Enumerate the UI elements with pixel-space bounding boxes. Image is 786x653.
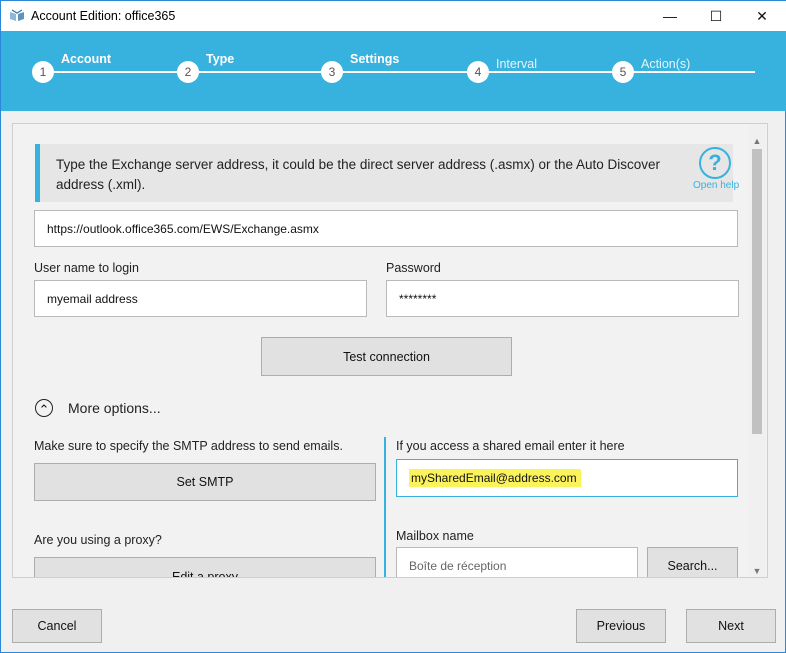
proxy-question: Are you using a proxy? — [34, 533, 162, 547]
next-button[interactable]: Next — [686, 609, 776, 643]
maximize-icon: ☐ — [709, 7, 723, 24]
step-3-circle: 3 — [321, 61, 343, 83]
mailbox-name-label: Mailbox name — [396, 529, 474, 543]
more-options-toggle[interactable]: ⌃ — [35, 399, 53, 417]
info-text: Type the Exchange server address, it cou… — [56, 157, 661, 192]
scroll-up-icon[interactable]: ▲ — [748, 132, 766, 149]
column-divider — [384, 437, 386, 577]
step-1-circle: 1 — [32, 61, 54, 83]
scrollbar-thumb[interactable] — [752, 149, 762, 434]
help-icon[interactable]: ? — [699, 147, 731, 179]
app-logo-icon — [10, 9, 24, 21]
wizard-steps-bar: 1 Account 2 Type 3 Settings 4 Interval 5… — [1, 31, 786, 111]
close-icon: ✕ — [756, 7, 768, 24]
minimize-icon: — — [663, 8, 677, 24]
info-box: Type the Exchange server address, it cou… — [35, 144, 733, 202]
step-2-circle: 2 — [177, 61, 199, 83]
smtp-hint: Make sure to specify the SMTP address to… — [34, 439, 343, 453]
mailbox-search-button[interactable]: Search... — [647, 547, 738, 577]
step-1-label: Account — [61, 52, 111, 66]
close-button[interactable]: ✕ — [739, 1, 785, 31]
username-label: User name to login — [34, 261, 139, 275]
open-help-link[interactable]: Open help — [693, 180, 739, 191]
account-edition-window: Account Edition: office365 — ☐ ✕ 1 Accou… — [0, 0, 786, 653]
settings-panel: Type the Exchange server address, it cou… — [12, 123, 768, 578]
shared-email-value: mySharedEmail@address.com — [409, 469, 581, 487]
cancel-button[interactable]: Cancel — [12, 609, 102, 643]
step-5-circle: 5 — [612, 61, 634, 83]
shared-email-input[interactable]: mySharedEmail@address.com — [396, 459, 738, 497]
chevron-up-icon: ⌃ — [38, 402, 50, 417]
mailbox-name-input[interactable]: Boîte de réception — [396, 547, 638, 577]
step-4-label: Interval — [496, 57, 537, 71]
set-smtp-button[interactable]: Set SMTP — [34, 463, 376, 501]
shared-email-label: If you access a shared email enter it he… — [396, 439, 625, 453]
step-3-label: Settings — [350, 52, 400, 66]
step-4-circle: 4 — [467, 61, 489, 83]
vertical-scrollbar[interactable]: ▲ ▼ — [748, 124, 766, 577]
server-address-input[interactable]: https://outlook.office365.com/EWS/Exchan… — [34, 210, 738, 247]
step-2-label: Type — [206, 52, 235, 66]
password-label: Password — [386, 261, 441, 275]
test-connection-button[interactable]: Test connection — [261, 337, 512, 376]
edit-proxy-button[interactable]: Edit a proxy — [34, 557, 376, 577]
previous-button[interactable]: Previous — [576, 609, 666, 643]
minimize-button[interactable]: — — [647, 1, 693, 31]
window-title: Account Edition: office365 — [31, 9, 176, 23]
step-5-label: Action(s) — [641, 57, 691, 71]
maximize-button[interactable]: ☐ — [693, 1, 739, 31]
steps-connector-line — [43, 71, 755, 73]
title-bar[interactable]: Account Edition: office365 — ☐ ✕ — [1, 1, 786, 31]
password-input[interactable]: ******** — [386, 280, 739, 317]
scroll-down-icon[interactable]: ▼ — [748, 562, 766, 577]
more-options-label[interactable]: More options... — [68, 400, 161, 416]
username-input[interactable]: myemail address — [34, 280, 367, 317]
